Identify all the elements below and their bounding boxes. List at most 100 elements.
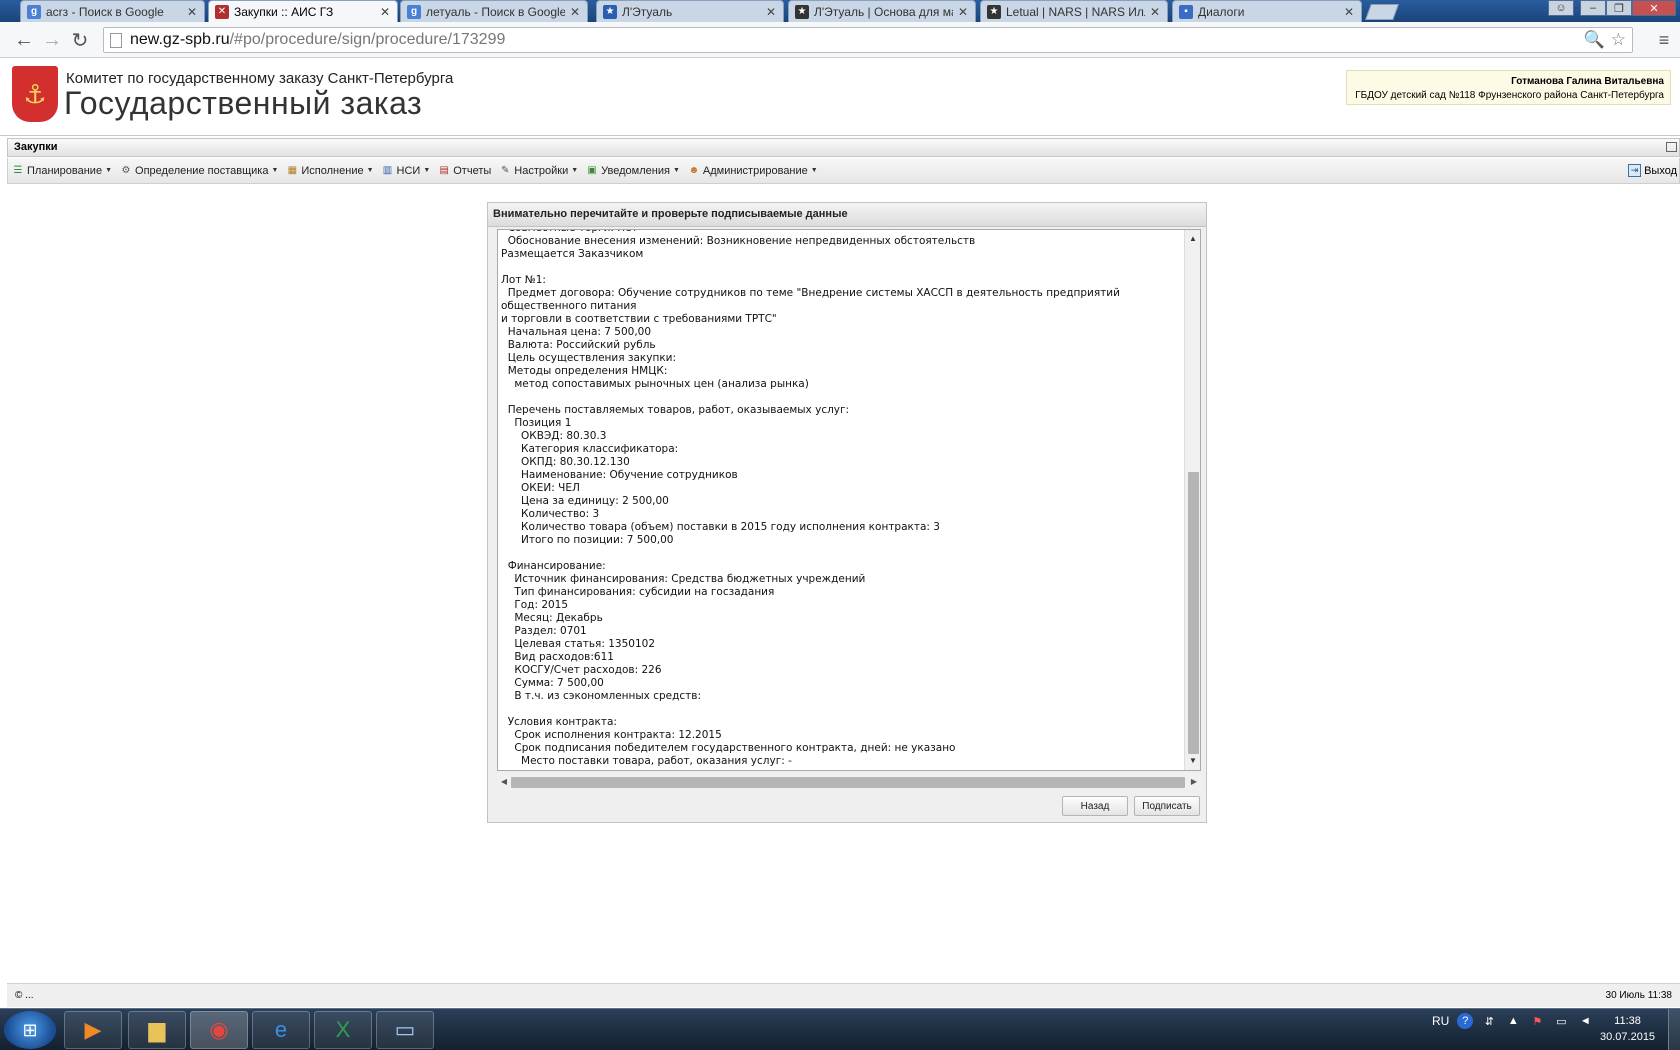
back-arrow-icon[interactable]: ← (12, 28, 36, 52)
menu-settings[interactable]: ✎ Настройки ▼ (499, 165, 578, 177)
logout-icon: ⇥ (1628, 164, 1642, 177)
plan-icon: ☰ (13, 165, 23, 176)
tab-label: Диалоги (1198, 4, 1245, 19)
hscroll-thumb[interactable] (511, 777, 1185, 788)
close-icon[interactable]: ✕ (765, 5, 777, 19)
browser-tab-5[interactable]: ★ Letual | NARS | NARS Илл ✕ (980, 0, 1168, 22)
volume-muted-icon[interactable]: ◄ (1577, 1013, 1593, 1029)
media-player-icon[interactable]: ▶ (64, 1011, 122, 1049)
minimize-icon[interactable]: – (1580, 0, 1606, 16)
page-footer: © ... 30 Июль 11:38 (7, 983, 1680, 1007)
remote-desktop-icon[interactable]: ▭ (376, 1011, 434, 1049)
scroll-right-icon[interactable]: ▶ (1187, 774, 1201, 790)
close-icon[interactable]: ✕ (379, 5, 391, 19)
caret-down-icon: ▼ (105, 167, 113, 174)
book-icon: ▥ (382, 165, 393, 176)
sign-dialog: Внимательно перечитайте и проверьте подп… (487, 202, 1207, 823)
menu-label: Исполнение (301, 164, 364, 177)
action-center-flag-icon[interactable]: ⚑ (1529, 1013, 1545, 1029)
forward-arrow-icon[interactable]: → (40, 28, 64, 52)
menu-label: НСИ (396, 164, 421, 177)
star-icon: ★ (603, 4, 617, 19)
browser-tab-strip: g acrз - Поиск в Google ✕ ✕ Закупки :: А… (0, 0, 1680, 22)
zoom-icon[interactable]: 🔍 (1584, 30, 1605, 50)
footer-datetime: 30 Июль 11:38 (1605, 990, 1672, 1001)
menu-reports[interactable]: ▤ Отчеты (438, 164, 492, 177)
browser-menu-icon[interactable]: ≡ (1654, 30, 1674, 50)
window-close-icon[interactable]: ✕ (1632, 0, 1676, 16)
close-icon[interactable]: ✕ (1149, 5, 1161, 19)
internet-explorer-icon[interactable]: e (252, 1011, 310, 1049)
scroll-thumb[interactable] (1188, 472, 1199, 754)
close-icon[interactable]: ✕ (1343, 5, 1355, 19)
close-icon[interactable]: ✕ (569, 5, 581, 19)
copyright-text: © ... (15, 990, 34, 1001)
user-icon[interactable]: ☺ (1548, 0, 1574, 16)
close-icon[interactable]: ✕ (186, 5, 198, 19)
google-icon: g (27, 4, 41, 19)
clock-time: 11:38 (1614, 1015, 1641, 1027)
bookmark-star-icon[interactable]: ☆ (1611, 30, 1626, 50)
menu-nsi[interactable]: ▥ НСИ ▼ (382, 164, 431, 177)
chrome-icon[interactable]: ◉ (190, 1011, 248, 1049)
site-header: ⚓ Комитет по государственному заказу Сан… (0, 58, 1680, 136)
menu-execution[interactable]: ▦ Исполнение ▼ (286, 164, 374, 177)
menu-supplier[interactable]: ⚙ Определение поставщика ▼ (120, 165, 279, 177)
browser-tab-3[interactable]: ★ Л'Этуаль ✕ (596, 0, 784, 22)
menu-label: Администрирование (702, 164, 808, 177)
display-icon[interactable]: ▭ (1553, 1013, 1569, 1029)
tab-label: летуаль - Поиск в Google (426, 4, 565, 19)
windows-start-icon[interactable]: ⊞ (4, 1011, 56, 1049)
tab-label: Л'Этуаль | Основа для ма (814, 4, 953, 19)
browser-tab-1[interactable]: ✕ Закупки :: АИС ГЗ ✕ (208, 0, 398, 22)
file-explorer-icon[interactable]: ▆ (128, 1011, 186, 1049)
browser-tab-0[interactable]: g acrз - Поиск в Google ✕ (20, 0, 205, 22)
vertical-scrollbar[interactable]: ▲ ▼ (1184, 230, 1200, 770)
caret-down-icon: ▼ (571, 167, 579, 174)
main-menu: ☰ Планирование ▼ ⚙ Определение поставщик… (7, 158, 1680, 184)
address-bar[interactable]: new.gz-spb.ru/#po/procedure/sign/procedu… (103, 27, 1633, 53)
language-indicator[interactable]: RU (1432, 1014, 1449, 1028)
help-icon[interactable]: ? (1457, 1013, 1474, 1029)
windows-taskbar: ⊞ ▶ ▆ ◉ e X ▭ RU ? ⇵ ▲ ⚑ ▭ ◄ 11:38 30.07… (0, 1008, 1680, 1050)
scroll-up-icon[interactable]: ▲ (1185, 232, 1200, 246)
spb-crest-logo: ⚓ (12, 66, 58, 122)
sign-button[interactable]: Подписать (1134, 796, 1200, 816)
excel-icon[interactable]: X (314, 1011, 372, 1049)
new-tab-button[interactable] (1365, 4, 1399, 20)
caret-down-icon: ▼ (423, 167, 431, 174)
logout-label: Выход (1644, 164, 1677, 177)
browser-tab-6[interactable]: ▪ Диалоги ✕ (1172, 0, 1362, 22)
menu-notifications[interactable]: ▣ Уведомления ▼ (586, 165, 679, 177)
reload-icon[interactable]: ↻ (68, 28, 92, 52)
menu-planning[interactable]: ☰ Планирование ▼ (12, 165, 113, 177)
collapse-icon[interactable] (1666, 142, 1677, 152)
logout-button[interactable]: ⇥ Выход (1628, 164, 1677, 177)
menu-label: Отчеты (453, 164, 492, 177)
show-desktop-button[interactable] (1668, 1009, 1680, 1050)
caret-down-icon: ▼ (810, 167, 818, 174)
restore-icon[interactable]: ❐ (1606, 0, 1632, 16)
browser-tab-2[interactable]: g летуаль - Поиск в Google ✕ (400, 0, 588, 22)
google-icon: g (407, 4, 421, 19)
browser-toolbar: ← → ↻ new.gz-spb.ru/#po/procedure/sign/p… (0, 22, 1680, 58)
back-button[interactable]: Назад (1062, 796, 1128, 816)
menu-administration[interactable]: ☻ Администрирование ▼ (688, 165, 818, 177)
admin-icon: ☻ (688, 165, 700, 176)
horizontal-scrollbar[interactable]: ◀ ▶ (497, 774, 1201, 790)
close-icon[interactable]: ✕ (957, 5, 969, 19)
execution-icon: ▦ (287, 165, 298, 176)
system-clock[interactable]: 11:38 30.07.2015 (1600, 1013, 1655, 1045)
sign-data-textarea[interactable]: Совместные торги: Нет Обоснование внесен… (497, 229, 1201, 771)
page-icon (110, 32, 122, 48)
scroll-left-icon[interactable]: ◀ (497, 774, 511, 790)
show-hidden-icons-icon[interactable]: ▲ (1505, 1013, 1521, 1029)
browser-tab-4[interactable]: ★ Л'Этуаль | Основа для ма ✕ (788, 0, 976, 22)
wrench-icon: ✎ (501, 165, 510, 176)
caret-down-icon: ▼ (271, 167, 279, 174)
menu-label: Настройки (514, 164, 569, 177)
network-icon[interactable]: ⇵ (1481, 1013, 1497, 1029)
system-tray: RU ? ⇵ ▲ ⚑ ▭ ◄ (1432, 1013, 1593, 1029)
scroll-down-icon[interactable]: ▼ (1185, 754, 1200, 768)
user-name: Готманова Галина Витальевна (1511, 76, 1664, 87)
